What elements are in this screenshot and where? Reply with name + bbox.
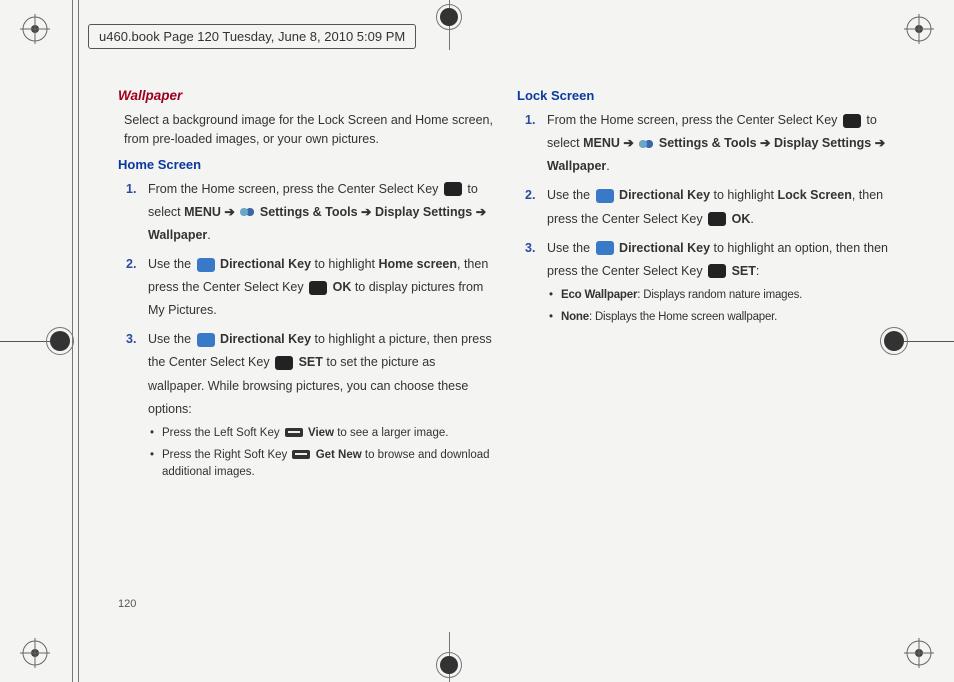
text: to see a larger image. [334, 427, 448, 439]
left-column: Wallpaper Select a background image for … [118, 82, 495, 592]
text: to highlight [311, 257, 378, 271]
ok-label: OK [732, 212, 751, 226]
crop-mark-top-left [20, 14, 50, 44]
center-select-key-icon [309, 281, 327, 295]
center-select-key-icon [708, 264, 726, 278]
trim-line-1 [72, 0, 73, 682]
registration-mark-left [0, 329, 70, 353]
directional-key-label: Directional Key [619, 241, 710, 255]
crop-mark-bottom-right [904, 638, 934, 668]
registration-mark-bottom [440, 656, 458, 674]
intro-text: Select a background image for the Lock S… [124, 111, 495, 149]
bullet-get-new: Press the Right Soft Key Get New to brow… [162, 447, 495, 483]
lock-screen-label: Lock Screen [777, 188, 851, 202]
crop-mark-bottom-left [20, 638, 50, 668]
options-list: Eco Wallpaper: Displays random nature im… [547, 287, 894, 327]
wallpaper-label: Wallpaper [148, 228, 207, 242]
page-body: Wallpaper Select a background image for … [118, 82, 894, 592]
text: to highlight [710, 188, 777, 202]
text: From the Home screen, press the Center S… [148, 182, 442, 196]
display-settings-label: Display Settings [375, 205, 472, 219]
home-screen-label: Home screen [378, 257, 457, 271]
directional-key-label: Directional Key [220, 332, 311, 346]
menu-label: MENU [583, 136, 620, 150]
set-label: SET [299, 355, 323, 369]
text: Use the [547, 188, 594, 202]
text: : [756, 264, 759, 278]
text: Use the [547, 241, 594, 255]
center-select-key-icon [275, 356, 293, 370]
eco-wallpaper-label: Eco Wallpaper [561, 289, 637, 301]
settings-tools-label: Settings & Tools [260, 205, 358, 219]
arrow: ➔ [472, 205, 486, 219]
step-1: From the Home screen, press the Center S… [547, 109, 894, 178]
center-select-key-icon [843, 114, 861, 128]
page-number: 120 [118, 598, 136, 610]
arrow: ➔ [871, 136, 885, 150]
settings-gear-icon [637, 137, 655, 151]
right-soft-key-icon [292, 450, 310, 459]
step-2: Use the Directional Key to highlight Hom… [148, 253, 495, 322]
text: Press the Left Soft Key [162, 427, 283, 439]
frame-header: u460.book Page 120 Tuesday, June 8, 2010… [88, 24, 416, 49]
center-select-key-icon [708, 212, 726, 226]
heading-wallpaper: Wallpaper [118, 88, 495, 103]
arrow: ➔ [620, 136, 637, 150]
directional-key-icon [197, 258, 215, 272]
arrow: ➔ [757, 136, 774, 150]
text: From the Home screen, press the Center S… [547, 113, 841, 127]
settings-gear-icon [238, 205, 256, 219]
settings-tools-label: Settings & Tools [659, 136, 757, 150]
options-list: Press the Left Soft Key View to see a la… [148, 425, 495, 482]
text: : Displays random nature images. [637, 289, 802, 301]
text: Press the Right Soft Key [162, 449, 290, 461]
arrow: ➔ [221, 205, 238, 219]
left-soft-key-icon [285, 428, 303, 437]
crop-mark-top-right [904, 14, 934, 44]
text: . [750, 212, 753, 226]
wallpaper-label: Wallpaper [547, 159, 606, 173]
step-1: From the Home screen, press the Center S… [148, 178, 495, 247]
trim-line-2 [78, 0, 79, 682]
none-label: None [561, 311, 589, 323]
bullet-view: Press the Left Soft Key View to see a la… [162, 425, 495, 443]
bullet-eco: Eco Wallpaper: Displays random nature im… [561, 287, 894, 305]
home-screen-steps: From the Home screen, press the Center S… [118, 178, 495, 483]
lock-screen-steps: From the Home screen, press the Center S… [517, 109, 894, 327]
step-3: Use the Directional Key to highlight an … [547, 237, 894, 327]
set-label: SET [732, 264, 756, 278]
text: : Displays the Home screen wallpaper. [589, 311, 777, 323]
heading-lock-screen: Lock Screen [517, 88, 894, 103]
arrow: ➔ [358, 205, 375, 219]
view-label: View [308, 427, 334, 439]
directional-key-label: Directional Key [619, 188, 710, 202]
directional-key-icon [596, 189, 614, 203]
ok-label: OK [333, 280, 352, 294]
heading-home-screen: Home Screen [118, 157, 495, 172]
directional-key-icon [197, 333, 215, 347]
registration-mark-right [884, 329, 954, 353]
text: Use the [148, 257, 195, 271]
text: Use the [148, 332, 195, 346]
right-column: Lock Screen From the Home screen, press … [517, 82, 894, 592]
directional-key-label: Directional Key [220, 257, 311, 271]
step-3: Use the Directional Key to highlight a p… [148, 328, 495, 482]
bullet-none: None: Displays the Home screen wallpaper… [561, 309, 894, 327]
menu-label: MENU [184, 205, 221, 219]
display-settings-label: Display Settings [774, 136, 871, 150]
directional-key-icon [596, 241, 614, 255]
step-2: Use the Directional Key to highlight Loc… [547, 184, 894, 230]
registration-mark-top [440, 8, 458, 26]
get-new-label: Get New [316, 449, 362, 461]
center-select-key-icon [444, 182, 462, 196]
